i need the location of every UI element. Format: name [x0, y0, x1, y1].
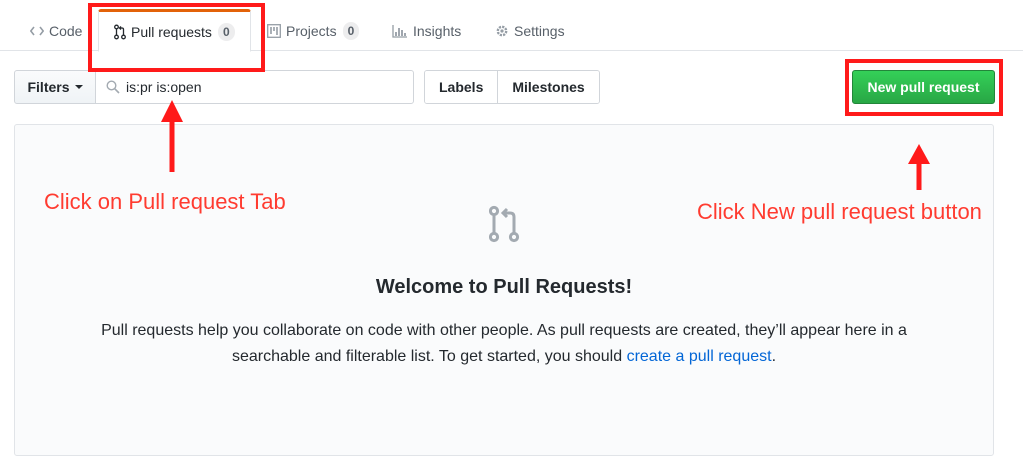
tab-code[interactable]: Code	[30, 14, 82, 48]
blankslate-title: Welcome to Pull Requests!	[375, 276, 633, 298]
milestones-button[interactable]: Milestones	[497, 71, 599, 103]
code-icon	[30, 25, 44, 37]
annotation-pull-request-tab: Click on Pull request Tab	[44, 189, 286, 214]
pull-requests-tab-highlight	[88, 3, 265, 72]
arrow-up-icon	[908, 144, 930, 190]
search-box	[95, 70, 414, 104]
blankslate-text: Pull requests help you collaborate on co…	[101, 322, 907, 365]
annotation-new-pull-request-button: Click New pull request button	[697, 199, 982, 224]
projects-count: 0	[342, 22, 360, 40]
tab-settings[interactable]: Settings	[495, 14, 565, 48]
labels-button[interactable]: Labels	[425, 71, 498, 103]
graph-icon	[392, 24, 408, 38]
tab-settings-label: Settings	[514, 23, 565, 39]
tab-insights[interactable]: Insights	[392, 14, 461, 48]
blankslate-text-end: .	[771, 348, 777, 365]
tab-projects-label: Projects	[286, 23, 337, 39]
project-icon	[267, 24, 281, 38]
filters-label: Filters	[27, 79, 70, 95]
search-input[interactable]	[126, 79, 386, 95]
git-pull-request-icon	[488, 205, 521, 248]
tab-insights-label: Insights	[413, 23, 462, 39]
caret-down-icon	[74, 85, 83, 89]
labels-milestones-group: Labels Milestones	[424, 70, 600, 104]
tab-projects[interactable]: Projects 0	[267, 14, 360, 48]
create-pull-request-link[interactable]: create a pull request	[627, 348, 772, 365]
arrow-up-icon	[161, 100, 183, 172]
search-icon	[106, 80, 120, 94]
tab-code-label: Code	[49, 23, 83, 39]
blankslate-description: Pull requests help you collaborate on co…	[75, 318, 933, 370]
filters-dropdown-button[interactable]: Filters	[14, 70, 96, 104]
new-pull-request-highlight	[845, 59, 1003, 116]
gear-icon	[495, 24, 509, 38]
